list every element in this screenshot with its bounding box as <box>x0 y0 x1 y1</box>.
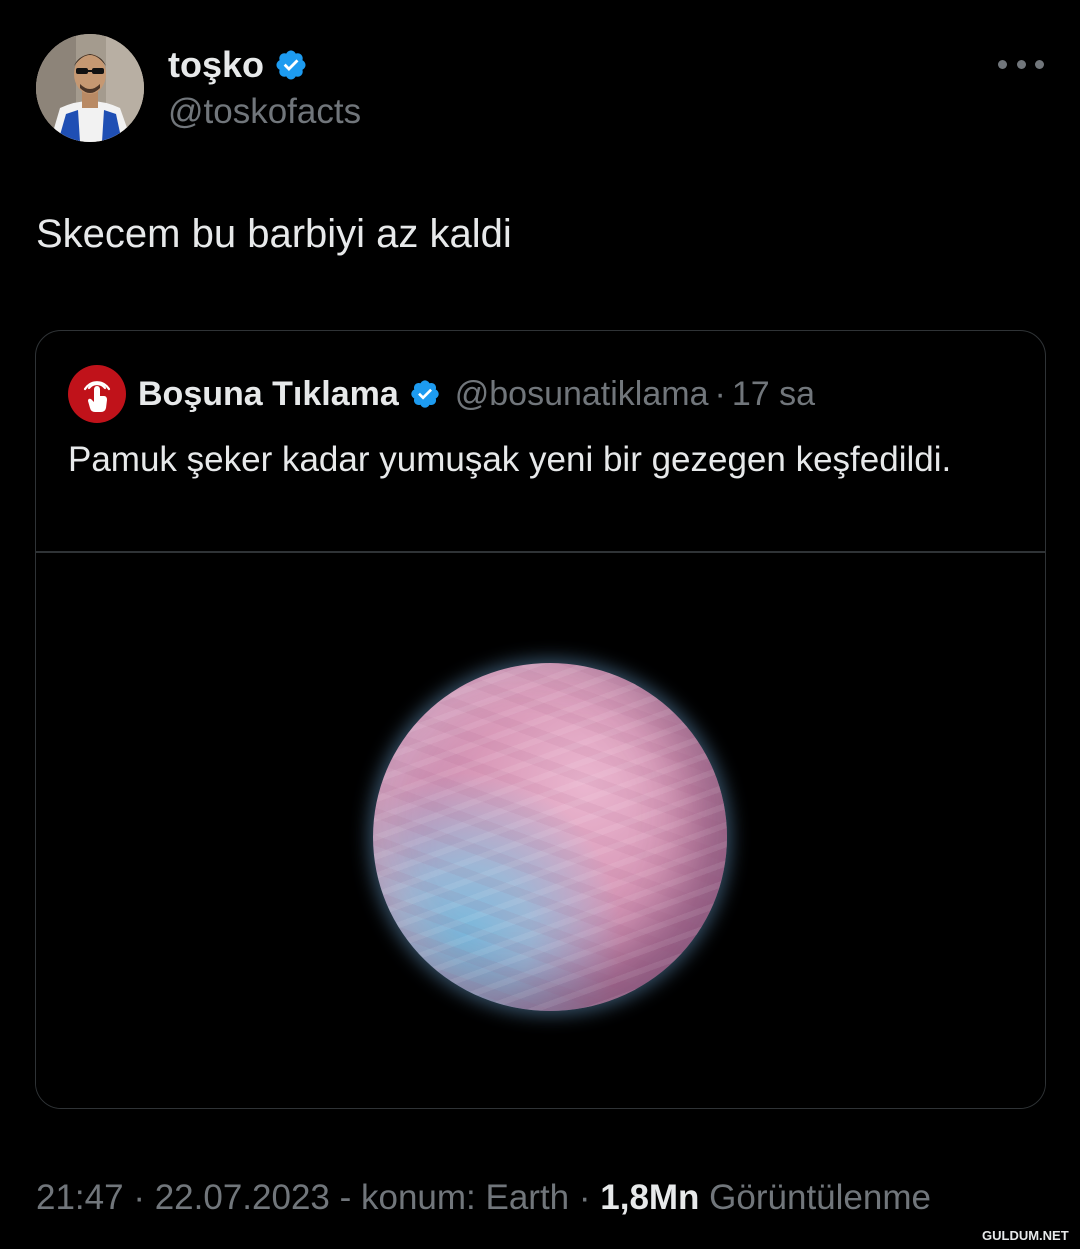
more-options-icon[interactable] <box>998 52 1044 76</box>
tweet-time[interactable]: 21:47 <box>36 1178 124 1217</box>
author-handle[interactable]: @toskofacts <box>168 92 361 132</box>
separator-dot: · <box>714 374 726 413</box>
author-avatar[interactable] <box>36 34 144 142</box>
views-count[interactable]: 1,8Mn <box>600 1178 699 1217</box>
watermark: GULDUM.NET <box>982 1228 1069 1243</box>
pointer-hand-icon <box>83 381 111 412</box>
more-dot <box>1035 59 1044 69</box>
verified-badge-icon <box>276 50 306 80</box>
quoted-tweet-text: Pamuk şeker kadar yumuşak yeni bir gezeg… <box>68 440 952 479</box>
tweet-detail-page: toşko @toskofacts Skecem bu barbiyi az k… <box>0 0 1080 1249</box>
quoted-tweet-card[interactable]: Boşuna Tıklama @bosunatiklama · 17 sa Pa… <box>35 330 1046 1109</box>
meta-separator: · <box>123 1178 155 1217</box>
avatar-image <box>36 34 144 142</box>
quoted-author-handle[interactable]: @bosunatiklama <box>455 375 709 414</box>
tweet-meta: 21:47 · 22.07.2023 - konum: Earth · 1,8M… <box>36 1178 931 1218</box>
tweet-location: - konum: Earth <box>329 1178 570 1217</box>
verified-badge-icon <box>411 380 439 408</box>
meta-separator: · <box>569 1178 601 1217</box>
quoted-tweet-header: Boşuna Tıklama @bosunatiklama · 17 sa <box>68 365 815 423</box>
quoted-author-avatar[interactable] <box>68 365 126 423</box>
cotton-candy-planet-image <box>373 663 727 1011</box>
tweet-date[interactable]: 22.07.2023 <box>155 1178 330 1217</box>
views-label: Görüntülenme <box>699 1178 931 1217</box>
tweet-text: Skecem bu barbiyi az kaldi <box>36 212 512 256</box>
more-dot <box>998 59 1007 69</box>
planet-texture <box>373 663 727 1011</box>
more-dot <box>1016 59 1026 69</box>
quoted-tweet-time[interactable]: 17 sa <box>732 375 815 414</box>
author-display-name[interactable]: toşko <box>168 44 264 86</box>
quoted-tweet-media[interactable] <box>36 553 1045 1108</box>
author-name-row[interactable]: toşko <box>168 44 308 86</box>
quoted-author-name[interactable]: Boşuna Tıklama <box>138 375 399 414</box>
